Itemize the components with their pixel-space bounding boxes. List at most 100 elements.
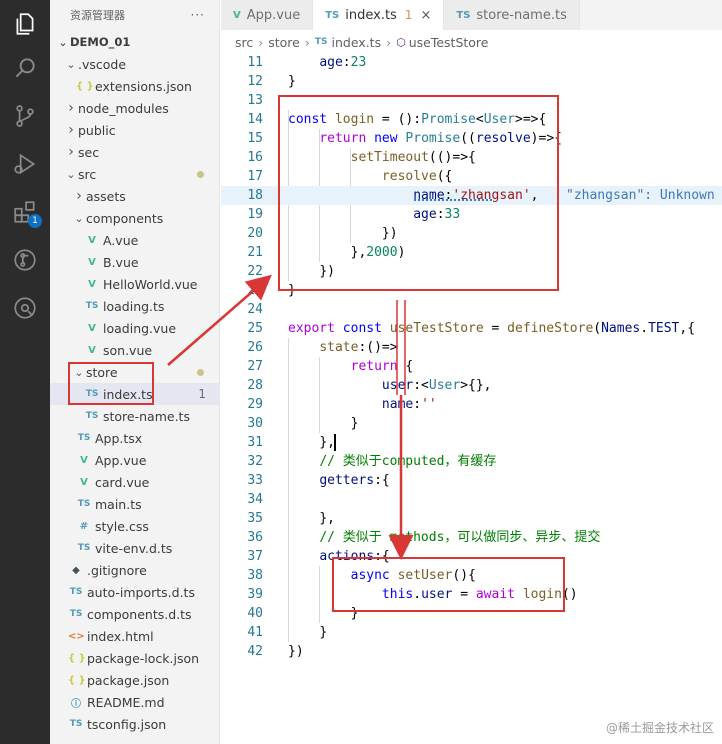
tab-index-ts[interactable]: TS index.ts 1 × <box>313 0 445 30</box>
breadcrumb-store[interactable]: store <box>268 35 300 50</box>
code-line: 36 // 类似于 methods，可以做同步、异步、提交 <box>221 528 722 547</box>
run-debug-icon[interactable] <box>0 140 50 188</box>
tree-item-label: package-lock.json <box>87 650 200 666</box>
code-text: // 类似于computed，有缓存 <box>288 452 496 471</box>
tree-file[interactable]: TS tsconfig.json <box>50 713 220 735</box>
code-token: // 类似于 methods，可以做同步、异步、提交 <box>319 530 601 545</box>
tree-file[interactable]: Vson.vue <box>50 339 220 361</box>
tree-file[interactable]: { } extensions.json <box>50 75 220 97</box>
tree-item-label: App.tsx <box>95 430 143 446</box>
chevron-right-icon: › <box>76 188 82 204</box>
line-number: 33 <box>247 473 263 488</box>
more-actions-icon[interactable]: ··· <box>191 8 205 22</box>
tree-file[interactable]: TS vite-env.d.ts <box>50 537 220 559</box>
search-icon[interactable] <box>0 44 50 92</box>
login-function-highlight-box <box>278 95 559 291</box>
explorer-title: 资源管理器 <box>70 9 125 22</box>
breadcrumb-symbol[interactable]: useTestStore <box>409 35 489 50</box>
code-token: user <box>381 378 414 393</box>
json-file-icon: { } <box>68 674 86 686</box>
tree-file[interactable]: V A.vue <box>50 229 220 251</box>
vue-file-icon: V <box>233 9 241 21</box>
tree-item-label: .gitignore <box>87 562 147 578</box>
breadcrumb-file[interactable]: index.ts <box>332 35 382 50</box>
tree-file[interactable]: V B.vue <box>50 251 220 273</box>
line-number: 34 <box>247 492 263 507</box>
tree-item-label: son.vue <box>103 342 153 358</box>
code-line: 34 <box>221 490 722 509</box>
tree-file[interactable]: TS App.tsx <box>50 427 220 449</box>
code-token: } <box>319 625 328 640</box>
tree-file[interactable]: TS components.d.ts <box>50 603 220 625</box>
tree-folder[interactable]: ⌄ .vscode <box>50 53 220 75</box>
inline-hint: "zhangsan": Unknown w <box>566 188 722 203</box>
source-control-icon[interactable] <box>0 92 50 140</box>
symbol-icon: ⬡ <box>396 35 406 49</box>
css-file-icon: # <box>79 520 89 532</box>
tree-file[interactable]: Vloading.vue <box>50 317 220 339</box>
tree-file[interactable]: { } package.json <box>50 669 220 691</box>
modified-dot-icon <box>197 170 204 178</box>
tree-folder[interactable]: › sec <box>50 141 220 163</box>
tab-label: App.vue <box>246 7 301 23</box>
remote-explorer-icon[interactable] <box>0 284 50 332</box>
code-text: user:<User>{}, <box>288 376 492 395</box>
code-line: 42}) <box>221 642 722 661</box>
tree-file[interactable]: ◆ .gitignore <box>50 559 220 581</box>
tree-file[interactable]: TS auto-imports.d.ts <box>50 581 220 603</box>
tree-item-label: tsconfig.json <box>87 716 167 732</box>
tree-folder[interactable]: ⌄ src <box>50 163 220 185</box>
code-text: getters:{ <box>288 471 389 490</box>
tree-file[interactable]: { } package-lock.json <box>50 647 220 669</box>
code-token: . <box>640 321 649 336</box>
git-graph-icon[interactable] <box>0 236 50 284</box>
tree-file[interactable]: TS loading.ts <box>50 295 220 317</box>
code-token: age <box>319 55 343 70</box>
tree-file[interactable]: V HelloWorld.vue <box>50 273 220 295</box>
tree-folder[interactable]: ⌄ components <box>50 207 220 229</box>
ts-file-icon: TS <box>69 609 83 619</box>
code-token: return <box>350 359 406 374</box>
code-token: export <box>288 321 343 336</box>
tree-folder[interactable]: › assets <box>50 185 220 207</box>
breadcrumb-src[interactable]: src <box>235 35 253 50</box>
tab-app-vue[interactable]: V App.vue <box>221 0 314 30</box>
tree-file[interactable]: V App.vue <box>50 449 220 471</box>
code-token: : <box>342 55 351 70</box>
tree-folder[interactable]: ⌄ DEMO_01 <box>50 31 220 53</box>
explorer-icon[interactable] <box>0 0 50 48</box>
tree-item-label: components.d.ts <box>87 606 192 622</box>
line-number: 40 <box>247 606 263 621</box>
code-line: 26 state:()=> <box>221 338 722 357</box>
git-file-icon: ◆ <box>72 564 80 576</box>
tree-file[interactable]: <> index.html <box>50 625 220 647</box>
vue-file-icon: V <box>88 322 96 334</box>
tree-item-label: extensions.json <box>95 78 192 94</box>
tree-file[interactable]: TS main.ts <box>50 493 220 515</box>
tree-file[interactable]: Vcard.vue <box>50 471 220 493</box>
extensions-icon[interactable]: 1 <box>0 188 50 236</box>
line-number: 13 <box>247 93 263 108</box>
problem-count: 1 <box>198 387 206 401</box>
close-icon[interactable]: × <box>420 8 431 23</box>
tree-file[interactable]: ⓘ README.md <box>50 691 220 713</box>
code-token: >{}, <box>460 378 492 393</box>
code-text: state:()=> <box>288 338 397 357</box>
tree-item-label: HelloWorld.vue <box>103 276 198 292</box>
tree-file[interactable]: TS store-name.ts <box>50 405 220 427</box>
tree-folder[interactable]: › node_modules <box>50 97 220 119</box>
tab-store-name-ts[interactable]: TS store-name.ts <box>444 0 580 30</box>
line-number: 41 <box>247 625 263 640</box>
tree-folder[interactable]: › public <box>50 119 220 141</box>
code-token: : <box>413 397 422 412</box>
code-text: } <box>288 72 296 91</box>
code-token: name <box>381 397 414 412</box>
tree-file[interactable]: # style.css <box>50 515 220 537</box>
